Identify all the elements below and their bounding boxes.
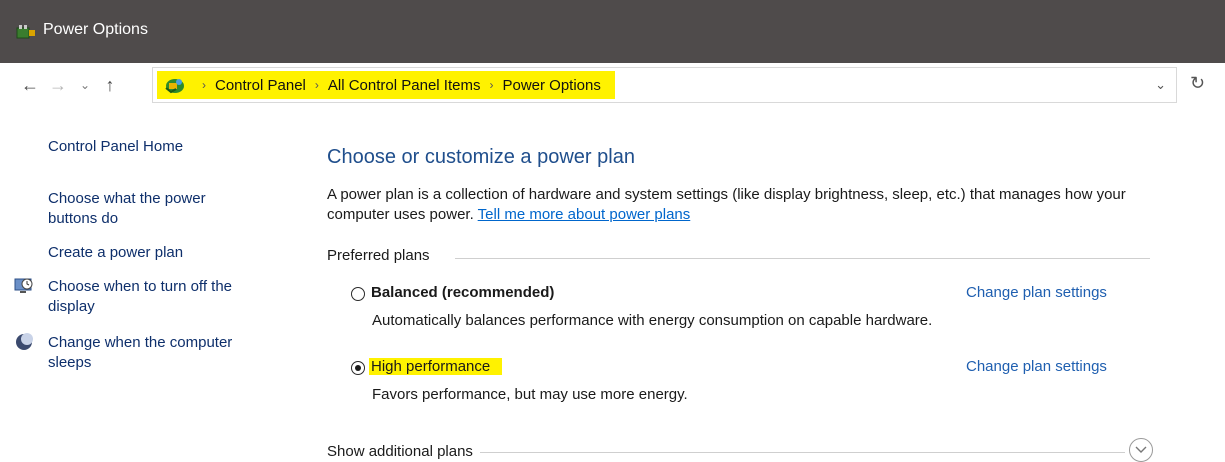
change-plan-settings-balanced[interactable]: Change plan settings [966, 284, 1107, 301]
page-title: Choose or customize a power plan [327, 146, 635, 168]
breadcrumb-power-options[interactable]: Power Options [502, 77, 600, 94]
plan-name-balanced: Balanced (recommended) [371, 284, 555, 301]
change-plan-settings-high-performance[interactable]: Change plan settings [966, 358, 1107, 375]
plan-description-balanced: Automatically balances performance with … [372, 312, 933, 329]
sidebar-item-power-buttons[interactable]: Choose what the power buttons do [48, 189, 248, 229]
sidebar-item-control-panel-home[interactable]: Control Panel Home [48, 137, 183, 157]
breadcrumb-separator[interactable]: › [315, 78, 319, 92]
preferred-plans-header: Preferred plans [327, 247, 430, 264]
window-title: Power Options [43, 21, 148, 38]
divider [480, 452, 1125, 453]
back-arrow-icon[interactable]: ← [18, 73, 42, 97]
recent-locations-chevron-icon[interactable]: ⌄ [73, 73, 97, 97]
breadcrumb-all-items[interactable]: All Control Panel Items [328, 77, 481, 94]
plan-radio-balanced[interactable] [351, 287, 365, 301]
refresh-icon[interactable]: ↻ [1190, 73, 1205, 94]
plan-description-high-performance: Favors performance, but may use more ene… [372, 386, 688, 403]
moon-icon [16, 333, 33, 350]
control-panel-icon[interactable] [163, 74, 187, 96]
address-dropdown-icon[interactable]: ⌄ [1155, 77, 1166, 93]
description-text: A power plan is a collection of hardware… [327, 186, 1126, 223]
show-additional-plans-header[interactable]: Show additional plans [327, 443, 473, 460]
breadcrumb-control-panel[interactable]: Control Panel [215, 77, 306, 94]
sidebar-item-computer-sleeps[interactable]: Change when the computer sleeps [48, 333, 278, 373]
forward-arrow-icon[interactable]: → [46, 73, 70, 97]
page-description: A power plan is a collection of hardware… [327, 185, 1167, 225]
plan-name-high-performance: High performance [369, 358, 503, 375]
chevron-down-icon[interactable] [1129, 438, 1153, 462]
up-arrow-icon[interactable]: ↑ [98, 73, 122, 97]
navigation-bar: ← → ⌄ ↑ › Control Panel › All Control Pa… [0, 63, 1225, 107]
learn-more-link[interactable]: Tell me more about power plans [478, 206, 691, 223]
address-bar[interactable]: › Control Panel › All Control Panel Item… [152, 67, 1177, 103]
display-clock-icon [14, 278, 33, 293]
divider [455, 258, 1150, 259]
sidebar-item-display-off[interactable]: Choose when to turn off the display [48, 277, 278, 317]
sidebar-item-create-plan[interactable]: Create a power plan [48, 243, 183, 263]
breadcrumb-separator[interactable]: › [489, 78, 493, 92]
title-bar: Power Options [0, 0, 1225, 63]
plan-radio-high-performance[interactable] [351, 361, 365, 375]
breadcrumb-separator[interactable]: › [202, 78, 206, 92]
breadcrumb: › Control Panel › All Control Panel Item… [157, 71, 615, 99]
power-options-icon [16, 25, 35, 39]
